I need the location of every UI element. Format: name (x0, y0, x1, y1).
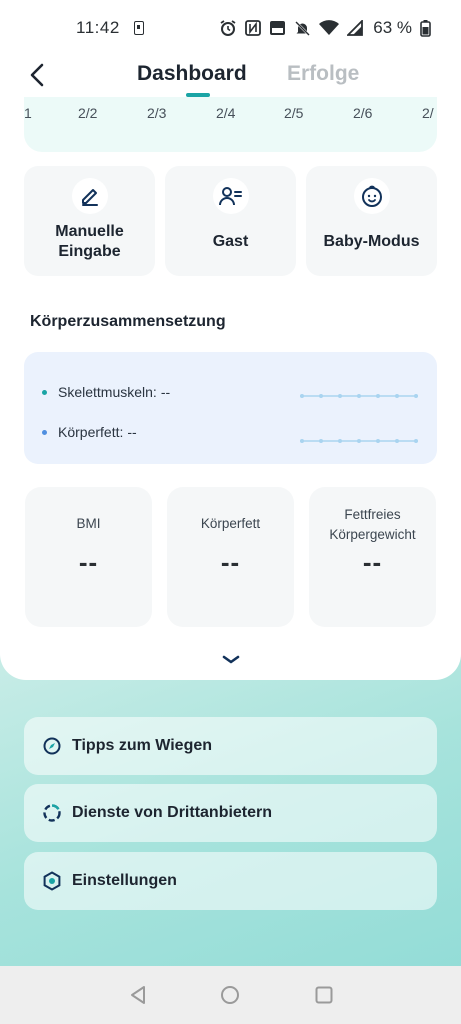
skeletal-muscle-value: -- (160, 384, 171, 400)
signal-icon (347, 20, 364, 36)
date-label: 2/3 (147, 105, 167, 121)
settings-label: Einstellungen (72, 872, 177, 889)
pencil-icon (71, 178, 108, 214)
skeletal-muscle-sparkline (300, 394, 418, 398)
wifi-icon (319, 20, 340, 35)
nav-home-icon[interactable] (219, 984, 241, 1006)
weighing-tips-label: Tipps zum Wiegen (72, 737, 213, 754)
app-header: Dashboard Erfolge (0, 56, 461, 100)
body-fat-row: Körperfett: -- (42, 424, 137, 440)
body-fat-card[interactable]: Körperfett -- (167, 487, 294, 627)
hexagon-settings-icon (42, 871, 62, 891)
body-fat-metric-value: -- (220, 547, 241, 577)
date-label: 2/2 (78, 105, 98, 121)
guest-label: Gast (212, 233, 249, 250)
nav-recents-icon[interactable] (313, 984, 335, 1006)
date-label: 2/5 (284, 105, 304, 121)
alarm-icon (220, 20, 236, 36)
skeletal-muscle-label: Skelettmuskeln: (58, 384, 157, 400)
manual-entry-button[interactable]: Manuelle Eingabe (24, 166, 155, 276)
skeletal-muscle-row: Skelettmuskeln: -- (42, 384, 170, 400)
status-bar: 11:42 63 % (0, 0, 461, 56)
date-label: 2/ (422, 105, 434, 121)
bmi-value: -- (78, 547, 99, 577)
third-party-services-label: Dienste von Drittanbietern (72, 804, 273, 821)
weighing-tips-item[interactable]: Tipps zum Wiegen (24, 717, 437, 775)
chevron-down-icon[interactable] (219, 652, 243, 668)
tab-dashboard[interactable]: Dashboard (137, 62, 247, 86)
lean-mass-card[interactable]: Fettfreies Körpergewicht -- (309, 487, 436, 627)
date-label: 2/4 (216, 105, 236, 121)
guest-user-icon (212, 178, 249, 214)
weight-history-strip[interactable]: 1 2/2 2/3 2/4 2/5 2/6 2/ (24, 97, 437, 152)
compass-icon (42, 736, 62, 756)
bmi-label: BMI (76, 516, 101, 531)
volte-icon (270, 21, 286, 35)
baby-mode-button[interactable]: Baby-Modus (306, 166, 437, 276)
skeletal-muscle-dot (42, 389, 47, 395)
body-fat-value: -- (127, 424, 137, 440)
nfc-icon (245, 20, 262, 36)
back-button[interactable] (22, 60, 52, 90)
tab-erfolge[interactable]: Erfolge (287, 62, 359, 86)
battery-icon (420, 19, 431, 37)
body-fat-sparkline (300, 439, 418, 443)
nav-back-icon[interactable] (127, 984, 149, 1006)
manual-entry-label: Manuelle Eingabe (55, 223, 124, 260)
dashed-circle-icon (42, 803, 62, 823)
date-label: 2/6 (353, 105, 373, 121)
system-nav-bar (0, 966, 461, 1024)
date-label: 1 (24, 105, 32, 121)
chevron-left-icon (30, 63, 44, 87)
body-fat-dot (42, 429, 47, 435)
status-time: 11:42 (76, 18, 120, 37)
baby-face-icon (353, 178, 390, 214)
battery-percent: 63 % (373, 18, 412, 37)
lean-mass-label: Fettfreies Körpergewicht (329, 507, 416, 542)
status-icons: 63 % (219, 18, 431, 38)
body-composition-panel[interactable]: Skelettmuskeln: -- Körperfett: -- (24, 352, 437, 464)
lean-mass-value: -- (362, 547, 383, 577)
baby-mode-label: Baby-Modus (323, 233, 420, 250)
guest-button[interactable]: Gast (165, 166, 296, 276)
settings-item[interactable]: Einstellungen (24, 852, 437, 910)
body-fat-metric-label: Körperfett (200, 516, 261, 531)
body-composition-title: Körperzusammensetzung (30, 313, 226, 330)
bmi-card[interactable]: BMI -- (25, 487, 152, 627)
body-fat-label: Körperfett: (58, 424, 124, 440)
third-party-services-item[interactable]: Dienste von Drittanbietern (24, 784, 437, 842)
mute-icon (295, 20, 311, 36)
sim-icon (133, 21, 144, 35)
